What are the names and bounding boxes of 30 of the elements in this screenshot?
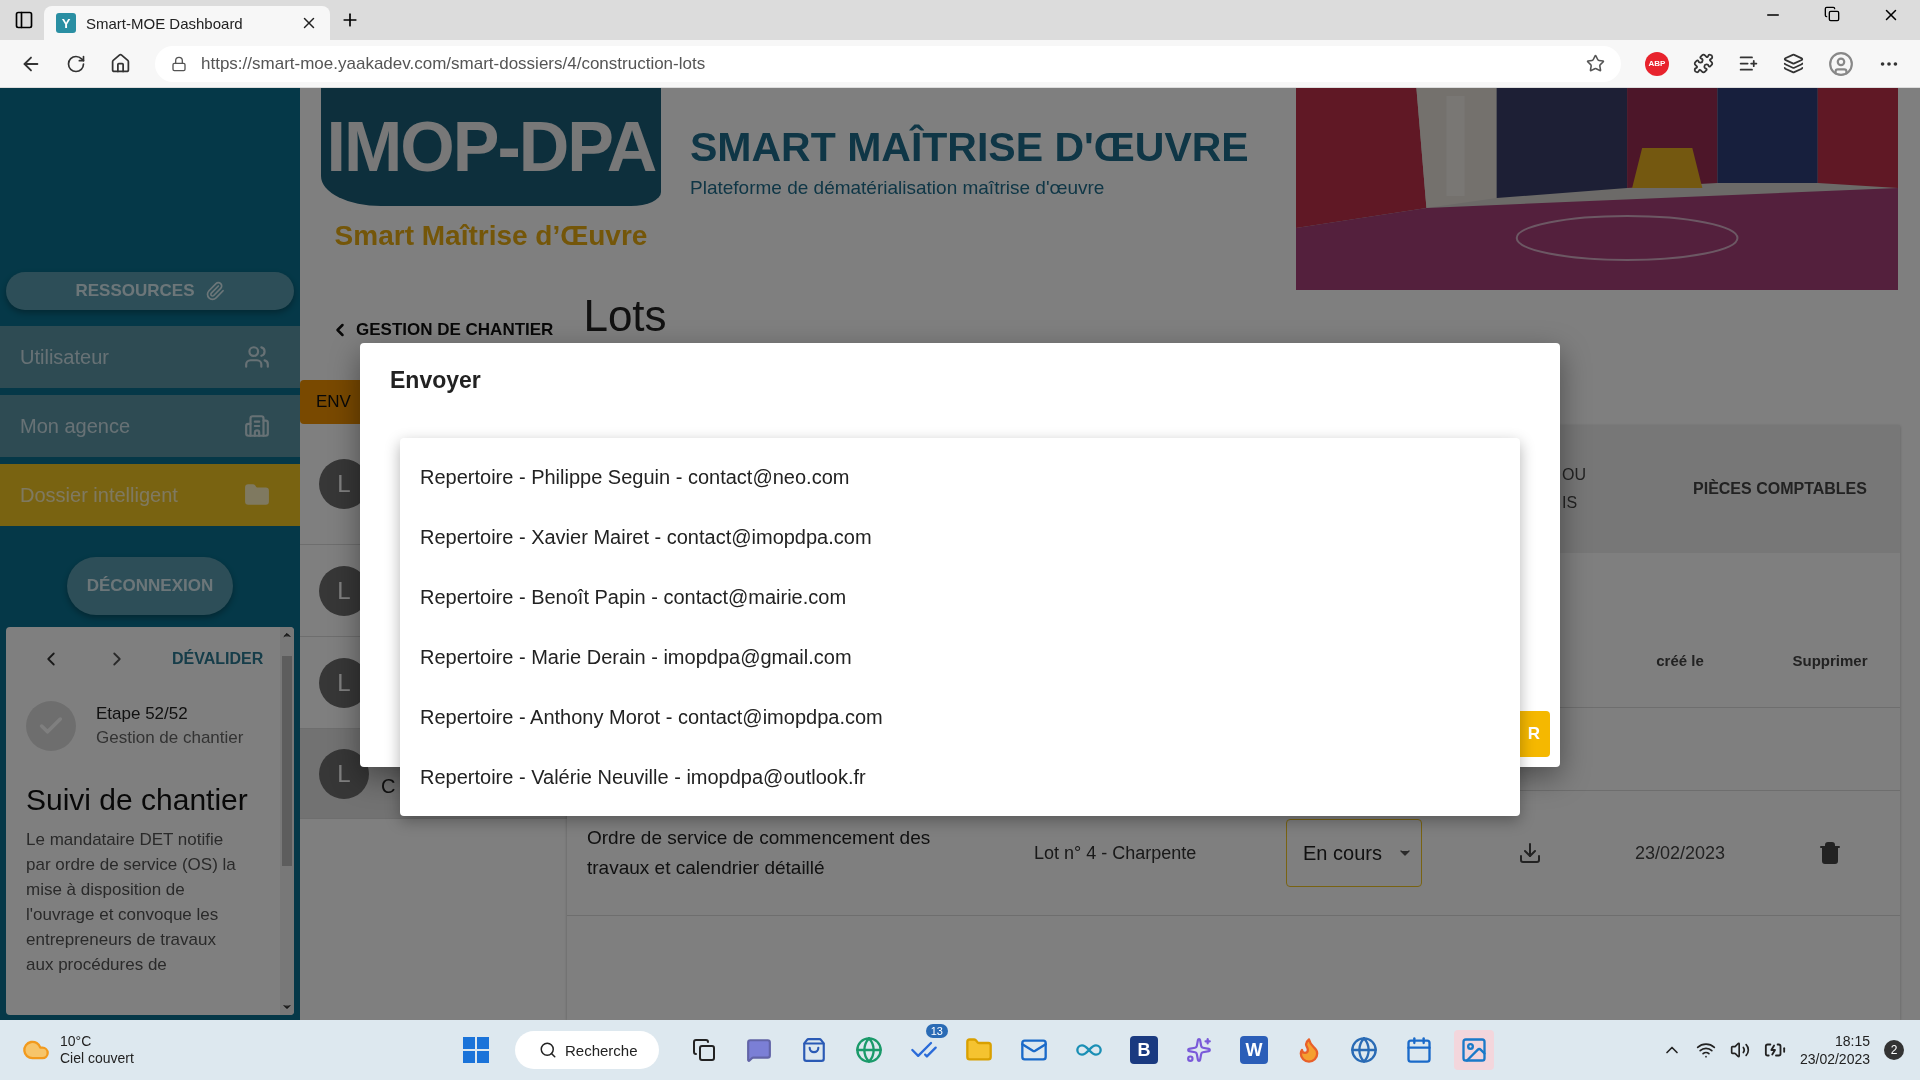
table-cell-text: Lot n° 4 - Charpente [1033, 842, 1198, 864]
clock-date: 23/02/2023 [1799, 1050, 1870, 1068]
column-header: créé le [1655, 652, 1705, 669]
notification-badge: 13 [925, 1024, 948, 1038]
sidebar-item-label: Dossier intelligent [20, 483, 178, 507]
favicon: Y [56, 13, 76, 33]
card-title: Suivi de chantier [26, 783, 249, 817]
sidebar-item-label: Mon agence [20, 414, 131, 438]
column-header: Supprimer [1791, 652, 1869, 669]
table-cell-text: 23/02/2023 [1633, 842, 1727, 864]
url-text: https://smart-moe.yaakadev.com/smart-dossiers/4/construction-lots [201, 53, 707, 74]
page-title: Lots [583, 292, 667, 340]
tab-title: Smart-MOE Dashboard [86, 14, 244, 32]
lot-name: C [381, 775, 396, 798]
sidebar-item-label: Utilisateur [20, 345, 109, 369]
site-title: SMART MAÎTRISE D'ŒUVRE [690, 124, 1249, 171]
dialog-title: Envoyer [390, 367, 482, 394]
table-cell-text: Ordre de service de commencement des travaux et calendrier détaillé [586, 826, 932, 880]
step-number: Etape 52/52 [96, 704, 189, 724]
card-description: Le mandataire DET notifie par ordre de service (OS) la mise à disposition de l'ouvrage et convoque les entrepreneurs de travaux aux procédures de [26, 829, 236, 976]
weather-text: Ciel couvert [60, 1050, 134, 1067]
avatar: L [319, 748, 369, 799]
site-subtitle: Plateforme de dématérialisation maîtrise d'œuvre [690, 177, 1106, 199]
clock-time: 18:15 [1833, 1032, 1870, 1050]
logo-tagline: Smart Maîtrise d’Œuvre [334, 220, 648, 252]
column-header: PIÈCES COMPTABLES [1692, 480, 1868, 498]
step-phase: Gestion de chantier [96, 728, 244, 748]
logo: IMOP-DPA [321, 88, 661, 206]
column-header: OU IS [1561, 465, 1587, 513]
temperature: 10°C [60, 1033, 93, 1050]
